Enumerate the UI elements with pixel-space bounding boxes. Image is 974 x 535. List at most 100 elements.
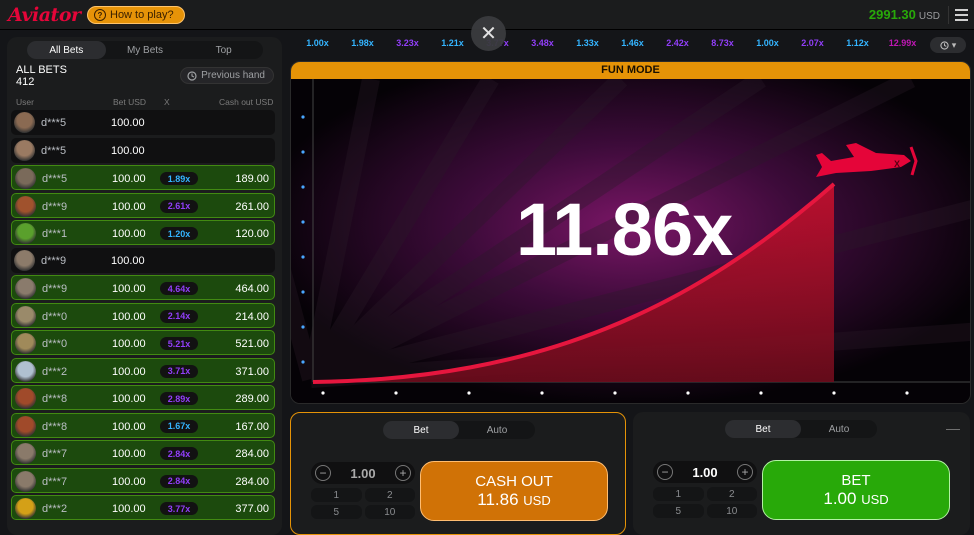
all-bets-count: 412 — [16, 76, 35, 88]
amount-stepper-2: − 1.00 + — [653, 461, 757, 483]
tab-auto-1[interactable]: Auto — [459, 421, 535, 439]
row-user: d***7 — [42, 475, 68, 488]
quick-amount-10[interactable]: 10 — [364, 505, 415, 519]
row-user: d***5 — [42, 173, 68, 185]
bets-panel: All Bets My Bets Top ALL BETS 412 Previo… — [7, 37, 282, 535]
remove-panel-icon[interactable]: — — [946, 420, 960, 436]
row-user: d***1 — [42, 228, 68, 240]
avatar — [15, 470, 36, 492]
history-toggle-button[interactable]: ▾ — [930, 37, 966, 53]
row-user: d***2 — [42, 365, 68, 378]
how-to-play-button[interactable]: ? How to play? — [87, 6, 185, 24]
cash-out-label: CASH OUT — [475, 472, 553, 490]
row-multiplier: 2.61x — [160, 199, 198, 213]
quick-amount-1[interactable]: 1 — [653, 487, 704, 501]
row-bet: 100.00 — [111, 117, 145, 129]
bet-panel-1: Bet Auto − 1.00 + 1 2 5 10 CASH OUT 11.8… — [290, 412, 626, 535]
row-user: d***7 — [42, 448, 68, 460]
plus-icon[interactable]: + — [395, 465, 411, 481]
table-row: d***7 100.00 2.84x 284.00 — [11, 440, 275, 465]
avatar — [15, 498, 36, 519]
row-user: d***5 — [41, 144, 67, 157]
history-multiplier[interactable]: 2.42x — [655, 38, 700, 52]
row-cashout: 289.00 — [235, 393, 269, 405]
cash-out-amount: 11.86 — [477, 489, 519, 509]
tab-top[interactable]: Top — [184, 41, 263, 59]
row-cashout: 521.00 — [235, 338, 269, 350]
history-multiplier[interactable]: 1.98x — [340, 38, 385, 52]
row-bet: 100.00 — [112, 503, 146, 515]
table-row: d***8 100.00 2.89x 289.00 — [11, 385, 275, 410]
row-multiplier: 5.21x — [160, 337, 198, 350]
all-bets-label: ALL BETS — [16, 64, 67, 76]
bet-label: BET — [841, 471, 871, 489]
quick-amount-10[interactable]: 10 — [706, 504, 757, 518]
table-row: d***5 100.00 — [11, 110, 275, 135]
history-multiplier[interactable]: 1.00x — [745, 38, 790, 52]
quick-amount-2[interactable]: 2 — [706, 487, 757, 501]
row-cashout: 189.00 — [235, 173, 269, 185]
how-to-play-label: How to play? — [110, 9, 174, 21]
fun-mode-banner: FUN MODE — [291, 62, 970, 79]
tab-auto-2[interactable]: Auto — [801, 420, 877, 438]
plus-icon[interactable]: + — [737, 464, 753, 480]
tab-bet-2[interactable]: Bet — [725, 420, 801, 438]
quick-amount-1[interactable]: 1 — [311, 488, 362, 502]
history-multiplier[interactable]: 2.07x — [790, 38, 835, 52]
table-row: d***5 100.00 — [11, 137, 275, 163]
history-multiplier[interactable]: 3.23x — [385, 38, 430, 52]
row-user: d***5 — [41, 117, 67, 129]
avatar — [15, 360, 36, 382]
bet-button[interactable]: BET 1.00 USD — [762, 460, 950, 520]
history-multiplier[interactable]: 1.00x — [295, 38, 340, 52]
hamburger-menu-icon[interactable] — [948, 6, 970, 24]
table-row: d***2 100.00 3.77x 377.00 — [11, 495, 275, 520]
row-multiplier: 1.89x — [160, 172, 198, 185]
avatar — [15, 415, 36, 437]
history-multiplier[interactable]: 1.21x — [430, 38, 475, 52]
balance-display: 2991.30 USD — [869, 7, 940, 22]
avatar — [14, 249, 35, 271]
history-multiplier[interactable]: 1.46x — [610, 38, 655, 52]
quick-amount-2[interactable]: 2 — [364, 488, 415, 502]
row-multiplier: 2.14x — [160, 309, 198, 323]
previous-hand-button[interactable]: Previous hand — [180, 67, 274, 84]
cash-out-button[interactable]: CASH OUT 11.86 USD — [420, 461, 608, 521]
table-row: d***5 100.00 1.89x 189.00 — [11, 165, 275, 190]
balance-currency: USD — [918, 11, 940, 22]
row-bet: 100.00 — [112, 173, 146, 185]
history-multiplier[interactable]: 8.73x — [700, 38, 745, 52]
row-cashout: 167.00 — [235, 420, 269, 433]
tab-all-bets[interactable]: All Bets — [27, 41, 106, 59]
row-cashout: 120.00 — [235, 228, 269, 240]
current-multiplier: 11.86x — [516, 188, 733, 271]
row-multiplier: 2.89x — [160, 392, 198, 405]
avatar — [14, 112, 35, 133]
cash-out-currency: USD — [523, 492, 551, 508]
aviator-logo[interactable]: Aviator — [8, 4, 81, 26]
row-multiplier: 2.84x — [160, 447, 198, 460]
history-multiplier[interactable]: 3.48x — [520, 38, 565, 52]
row-user: d***8 — [42, 420, 68, 433]
history-multiplier[interactable]: 1.12x — [835, 38, 880, 52]
row-user: d***9 — [41, 254, 67, 267]
close-button[interactable]: ✕ — [471, 16, 506, 51]
avatar — [15, 195, 36, 217]
row-user: d***9 — [42, 200, 68, 213]
avatar — [15, 168, 36, 189]
row-cashout: 371.00 — [235, 365, 269, 378]
tab-my-bets[interactable]: My Bets — [106, 41, 185, 59]
col-cashout: Cash out USD — [219, 97, 274, 107]
amount-stepper-1: − 1.00 + — [311, 462, 415, 484]
tab-bet-1[interactable]: Bet — [383, 421, 459, 439]
chevron-down-icon: ▾ — [951, 39, 957, 50]
history-multiplier[interactable]: 1.33x — [565, 38, 610, 52]
row-user: d***2 — [42, 503, 68, 515]
bet-auto-toggle-1: Bet Auto — [383, 421, 535, 439]
avatar — [14, 139, 35, 161]
col-x: X — [164, 97, 170, 107]
history-multiplier[interactable]: 12.99x — [880, 38, 925, 52]
quick-amount-5[interactable]: 5 — [311, 505, 362, 519]
quick-amount-5[interactable]: 5 — [653, 504, 704, 518]
bets-list: d***5 100.00 d***5 100.00 d***5 100.00 1.89x 18… — [11, 110, 275, 523]
